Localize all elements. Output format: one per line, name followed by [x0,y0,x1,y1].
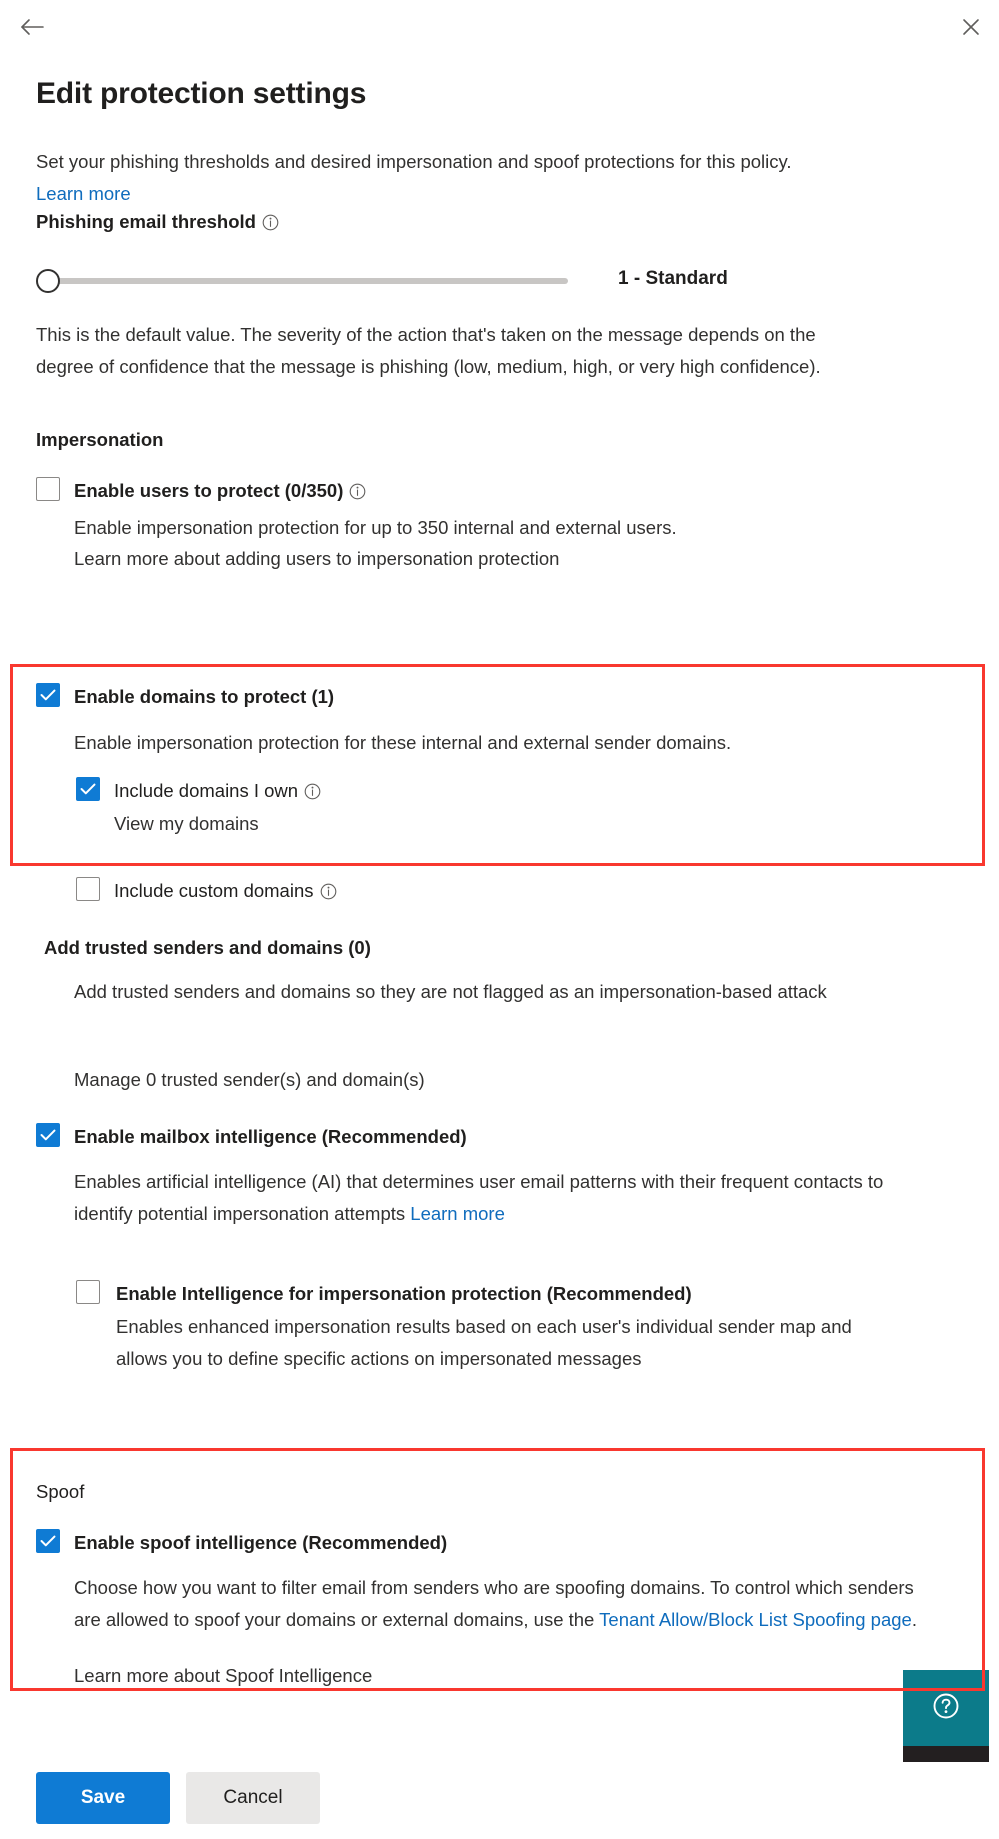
spoof-description-text-2: . [911,1609,917,1630]
panel-description-text: Set your phishing thresholds and desired… [36,151,792,172]
slider-thumb[interactable] [36,269,60,293]
arrow-left-icon [18,17,46,42]
info-icon[interactable] [304,783,321,800]
edit-protection-settings-panel: Edit protection settings Set your phishi… [0,0,999,1839]
include-custom-domains-checkbox[interactable] [76,877,100,901]
question-circle-icon [931,1691,961,1726]
help-widget-body[interactable] [903,1670,989,1746]
info-icon[interactable] [349,483,366,500]
include-domains-i-own-checkbox[interactable] [76,777,100,801]
phishing-threshold-slider[interactable]: 1 - Standard [36,258,736,306]
page-title: Edit protection settings [36,77,367,110]
mailbox-intelligence-learn-more-link[interactable]: Learn more [410,1203,505,1224]
learn-more-spoof-intelligence-link[interactable]: Learn more about Spoof Intelligence [74,1660,372,1692]
save-button[interactable]: Save [36,1772,170,1824]
trusted-senders-description: Add trusted senders and domains so they … [74,981,827,1002]
enable-domains-to-protect-checkbox[interactable] [36,683,60,707]
slider-value-label: 1 - Standard [618,268,728,289]
phishing-threshold-label-text: Phishing email threshold [36,211,256,232]
close-icon [961,17,981,42]
enable-mailbox-intelligence-checkbox[interactable] [36,1123,60,1147]
trusted-senders-title: Add trusted senders and domains (0) [44,937,371,958]
info-icon[interactable] [262,214,279,231]
enable-spoof-intelligence-label: Enable spoof intelligence (Recommended) [74,1532,448,1553]
panel-description: Set your phishing thresholds and desired… [36,146,836,210]
enable-intelligence-impersonation-checkbox[interactable] [76,1280,100,1304]
enable-users-to-protect-checkbox[interactable] [36,477,60,501]
include-domains-i-own-label-text: Include domains I own [114,780,299,801]
enable-users-to-protect-description: Enable impersonation protection for up t… [74,517,677,538]
spoof-section-title: Spoof [36,1481,85,1502]
enable-spoof-intelligence-checkbox[interactable] [36,1529,60,1553]
learn-more-link[interactable]: Learn more [36,183,131,204]
include-custom-domains-label-text: Include custom domains [114,880,314,901]
highlight-box-spoof [10,1448,985,1691]
help-widget[interactable] [903,1670,989,1762]
view-my-domains-link[interactable]: View my domains [114,808,259,840]
info-icon[interactable] [320,883,337,900]
learn-more-adding-users-link[interactable]: Learn more about adding users to imperso… [74,543,559,575]
panel-header-bar [0,0,999,58]
phishing-threshold-label: Phishing email threshold [36,209,279,235]
slider-track[interactable] [48,278,568,284]
help-widget-footer-bar [903,1746,989,1762]
close-button[interactable] [950,8,992,50]
tenant-allow-block-list-link[interactable]: Tenant Allow/Block List Spoofing page [599,1609,912,1630]
phishing-threshold-description: This is the default value. The severity … [36,324,821,377]
manage-trusted-senders-link[interactable]: Manage 0 trusted sender(s) and domain(s) [74,1064,425,1096]
enable-mailbox-intelligence-description: Enables artificial intelligence (AI) tha… [74,1166,904,1230]
include-domains-i-own-label: Include domains I own [114,778,321,804]
enable-domains-to-protect-label: Enable domains to protect (1) [74,686,335,707]
enable-users-to-protect-label: Enable users to protect (0/350) [74,478,366,504]
impersonation-section-title: Impersonation [36,429,164,450]
enable-spoof-intelligence-description: Choose how you want to filter email from… [74,1572,934,1636]
enable-domains-to-protect-description: Enable impersonation protection for thes… [74,732,732,753]
back-button[interactable] [10,8,54,50]
cancel-button[interactable]: Cancel [186,1772,320,1824]
enable-users-to-protect-label-text: Enable users to protect (0/350) [74,480,344,501]
enable-mailbox-intelligence-label: Enable mailbox intelligence (Recommended… [74,1126,467,1147]
enable-intelligence-impersonation-description: Enables enhanced impersonation results b… [116,1316,852,1369]
enable-intelligence-impersonation-label: Enable Intelligence for impersonation pr… [116,1283,692,1304]
include-custom-domains-label: Include custom domains [114,878,337,904]
